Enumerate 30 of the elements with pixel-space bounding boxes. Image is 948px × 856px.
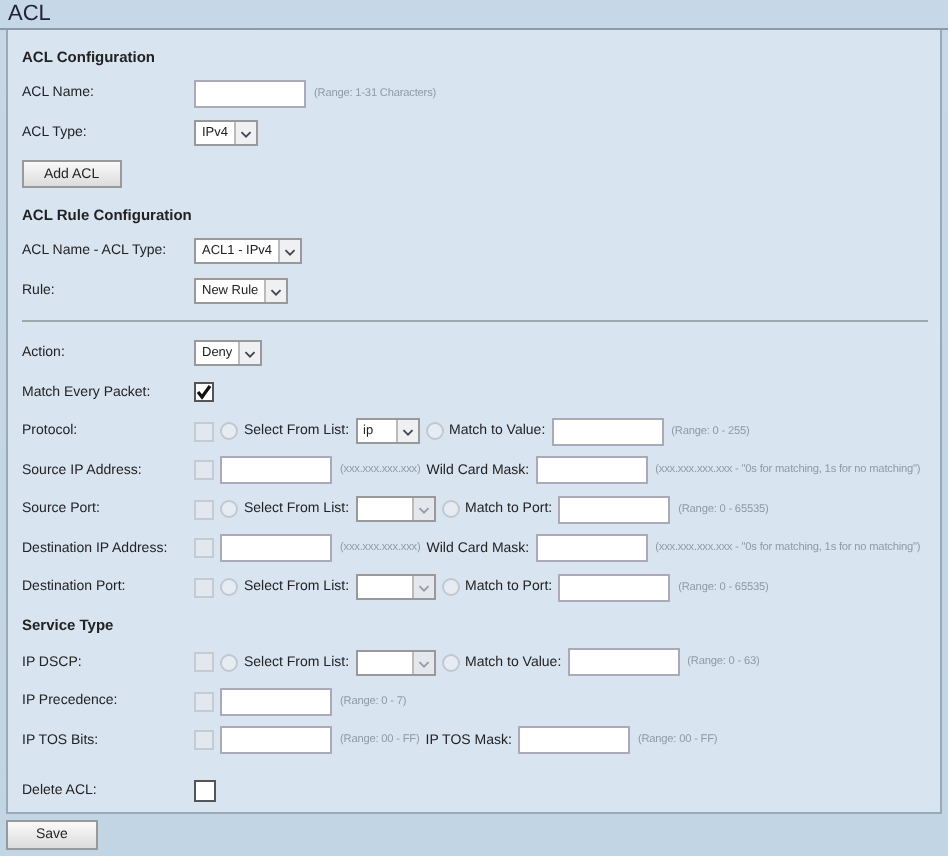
chevron-icon [395,420,418,443]
radio-button[interactable] [441,578,460,597]
text-field[interactable] [535,456,648,485]
radio-button[interactable] [220,578,238,597]
text-field[interactable] [535,534,648,563]
radio-button[interactable] [425,422,444,441]
text-field[interactable] [558,495,671,524]
chevron-icon [238,342,261,365]
chevron-icon [278,240,301,263]
text-field[interactable] [194,79,306,108]
checkbox[interactable] [194,382,214,403]
text-field[interactable] [220,726,332,755]
chevron-icon [264,279,287,302]
text-field[interactable] [220,534,332,563]
chevron-icon [234,121,257,144]
text-field[interactable] [567,648,680,677]
text-field[interactable] [220,687,332,716]
text-field[interactable] [220,456,332,485]
text-field[interactable] [517,726,630,755]
radio-button[interactable] [220,500,238,519]
chevron-icon [411,498,434,521]
radio-button[interactable] [220,422,238,441]
chevron-icon [411,651,434,674]
radio-button[interactable] [220,653,238,672]
checkbox[interactable] [194,780,216,803]
radio-button[interactable] [441,653,460,672]
text-field[interactable] [558,573,671,602]
text-field[interactable] [551,417,664,446]
radio-button[interactable] [441,500,460,519]
chevron-icon [411,576,434,599]
